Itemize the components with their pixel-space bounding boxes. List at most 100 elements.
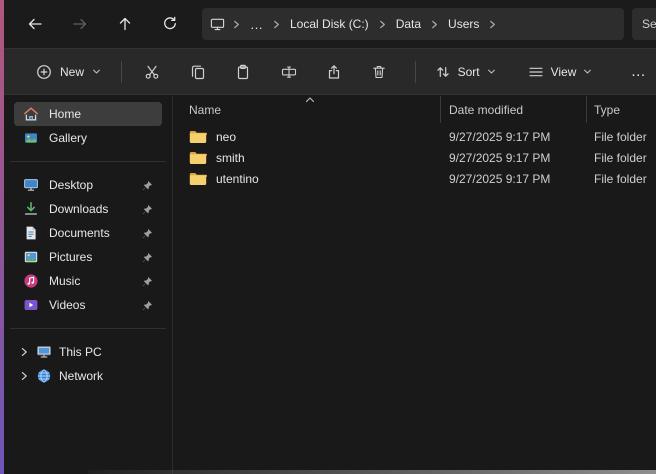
refresh-icon (162, 16, 178, 32)
file-type: File folder (587, 151, 656, 165)
sidebar-item-label: Desktop (49, 178, 93, 192)
home-icon (23, 106, 39, 122)
forward-arrow-icon (72, 16, 88, 32)
pin-icon (142, 204, 153, 215)
file-name: smith (216, 151, 245, 165)
sidebar-item-label: Downloads (49, 202, 108, 216)
breadcrumb-segment-data[interactable]: Data (394, 14, 423, 34)
command-bar: New (4, 48, 656, 95)
new-button[interactable]: New (26, 57, 111, 87)
forward-button[interactable] (63, 9, 97, 39)
sort-button[interactable]: Sort (426, 57, 505, 87)
file-name: neo (216, 130, 236, 144)
sidebar-item-label: Pictures (49, 250, 92, 264)
sidebar-item-label: Gallery (49, 131, 87, 145)
search-input[interactable] (632, 8, 656, 40)
file-rows: neo 9/27/2025 9:17 PM File folder smith … (174, 126, 656, 189)
navigation-bar: … Local Disk (C:) Data Users (4, 0, 656, 48)
more-options-button[interactable]: … (621, 56, 656, 88)
left-edge-accent (0, 0, 4, 474)
breadcrumb-chevron-icon[interactable] (272, 20, 281, 29)
sidebar-item-music[interactable]: Music (14, 269, 162, 293)
table-row[interactable]: smith 9/27/2025 9:17 PM File folder (174, 147, 656, 168)
folder-icon (189, 130, 207, 144)
breadcrumb-overflow[interactable]: … (248, 17, 265, 32)
view-lines-icon (528, 64, 544, 80)
downloads-icon (23, 201, 39, 217)
breadcrumb-segment-drive[interactable]: Local Disk (C:) (288, 14, 371, 34)
gallery-icon (23, 130, 39, 146)
sidebar-item-pictures[interactable]: Pictures (14, 245, 162, 269)
ellipsis-icon: … (631, 63, 647, 80)
pin-icon (142, 300, 153, 311)
file-date-modified: 9/27/2025 9:17 PM (441, 172, 587, 186)
breadcrumb-segment-users[interactable]: Users (446, 14, 481, 34)
chevron-down-icon (487, 67, 496, 76)
copy-icon (190, 64, 206, 80)
breadcrumb-chevron-icon[interactable] (488, 20, 497, 29)
share-button[interactable] (314, 56, 354, 88)
breadcrumb-chevron-icon[interactable] (430, 20, 439, 29)
chevron-down-icon (583, 67, 592, 76)
plus-circle-icon (36, 64, 52, 80)
sort-ascending-chevron-icon[interactable] (305, 96, 315, 104)
rename-button[interactable] (268, 56, 308, 88)
documents-icon (23, 225, 39, 241)
sidebar-item-documents[interactable]: Documents (14, 221, 162, 245)
sidebar-item-label: This PC (59, 345, 102, 359)
up-button[interactable] (108, 9, 142, 39)
refresh-button[interactable] (153, 9, 187, 39)
sidebar-item-this-pc[interactable]: This PC (14, 340, 162, 364)
sidebar-item-desktop[interactable]: Desktop (14, 173, 162, 197)
delete-button[interactable] (359, 56, 399, 88)
this-pc-monitor-icon[interactable] (210, 17, 225, 32)
table-row[interactable]: utentino 9/27/2025 9:17 PM File folder (174, 168, 656, 189)
view-button-label: View (551, 65, 577, 79)
trash-icon (371, 64, 387, 80)
sidebar-divider (10, 328, 166, 329)
paste-button[interactable] (223, 56, 263, 88)
address-bar[interactable]: … Local Disk (C:) Data Users (202, 8, 624, 40)
sidebar-item-videos[interactable]: Videos (14, 293, 162, 317)
table-row[interactable]: neo 9/27/2025 9:17 PM File folder (174, 126, 656, 147)
chevron-right-icon[interactable] (19, 347, 29, 357)
rename-icon (281, 64, 297, 80)
window-bottom-edge (88, 470, 656, 474)
videos-icon (23, 297, 39, 313)
sidebar-item-home[interactable]: Home (14, 102, 162, 126)
pin-icon (142, 276, 153, 287)
file-date-modified: 9/27/2025 9:17 PM (441, 151, 587, 165)
file-name: utentino (216, 172, 259, 186)
back-button[interactable] (18, 9, 52, 39)
sidebar-item-gallery[interactable]: Gallery (14, 126, 162, 150)
column-header-type[interactable]: Type (587, 96, 656, 123)
cut-button[interactable] (132, 56, 172, 88)
chevron-right-icon[interactable] (19, 371, 29, 381)
breadcrumb-chevron-icon[interactable] (378, 20, 387, 29)
copy-button[interactable] (177, 56, 217, 88)
column-header-date-modified[interactable]: Date modified (441, 96, 587, 123)
new-button-label: New (60, 65, 84, 79)
sidebar-item-downloads[interactable]: Downloads (14, 197, 162, 221)
sidebar-item-network[interactable]: Network (14, 364, 162, 388)
sidebar-divider (10, 161, 166, 162)
pin-icon (142, 228, 153, 239)
pin-icon (142, 252, 153, 263)
sidebar-item-label: Documents (49, 226, 110, 240)
sidebar-item-label: Videos (49, 298, 85, 312)
up-arrow-icon (117, 16, 133, 32)
desktop-icon (23, 177, 39, 193)
back-arrow-icon (27, 16, 43, 32)
toolbar-divider (415, 61, 416, 83)
breadcrumb-chevron-icon[interactable] (232, 20, 241, 29)
explorer-body: Home Gallery Desktop (4, 96, 656, 474)
folder-icon (189, 172, 207, 186)
sidebar-item-label: Network (59, 369, 103, 383)
scissors-icon (144, 64, 160, 80)
sort-button-label: Sort (458, 65, 480, 79)
network-icon (36, 368, 52, 384)
view-button[interactable]: View (519, 57, 602, 87)
sidebar-item-label: Music (49, 274, 80, 288)
file-list-pane: Name Date modified Type neo 9/27/2025 9:… (174, 96, 656, 474)
this-pc-icon (36, 344, 52, 360)
